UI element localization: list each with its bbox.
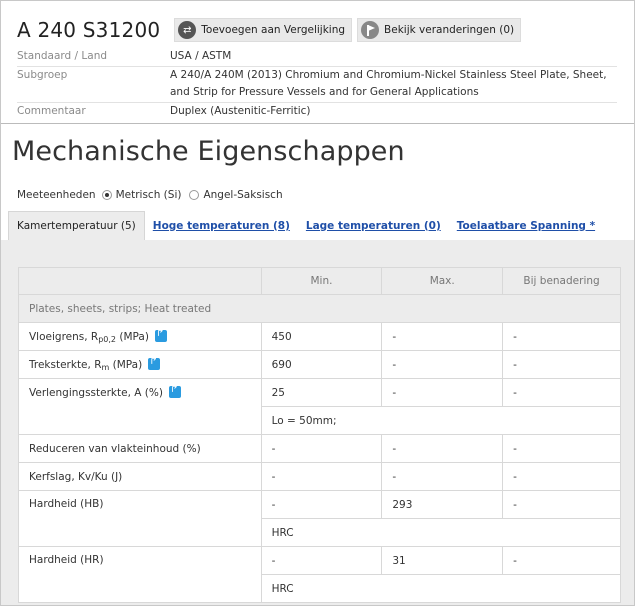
external-link-icon[interactable] bbox=[168, 384, 181, 398]
min-value: 25 bbox=[260, 378, 383, 407]
view-changes-button[interactable]: Bekijk veranderingen (0) bbox=[357, 18, 522, 42]
min-value: - bbox=[260, 490, 383, 519]
radio-metric[interactable] bbox=[101, 190, 112, 200]
table-row: Vloeigrens, Rp0,2 (MPa) 450 - - bbox=[18, 322, 621, 351]
note-value: HRC bbox=[260, 574, 622, 603]
external-link-icon[interactable] bbox=[154, 328, 167, 342]
tab-panel: Min. Max. Bij benadering Plates, sheets,… bbox=[1, 240, 634, 605]
property-name: Vloeigrens, Rp0,2 (MPa) bbox=[18, 322, 262, 351]
units-imperial-label: Angel-Saksisch bbox=[203, 189, 283, 201]
grade-title: A 240 S31200 bbox=[17, 18, 161, 42]
units-label: Meeteenheden bbox=[17, 189, 96, 201]
meta-row-standard: Standaard / Land USA / ASTM bbox=[17, 48, 617, 67]
property-name: Hardheid (HR) bbox=[18, 546, 262, 603]
note-value: HRC bbox=[260, 518, 622, 547]
tab-high-temperatures[interactable]: Hoge temperaturen (8) bbox=[145, 211, 298, 240]
view-changes-label: Bekijk veranderingen (0) bbox=[384, 24, 515, 36]
column-header bbox=[18, 267, 262, 295]
meta-label: Commentaar bbox=[17, 104, 86, 117]
group-label: Plates, sheets, strips; Heat treated bbox=[18, 294, 621, 323]
tab-allowable-stress[interactable]: Toelaatbare Spanning * bbox=[449, 211, 603, 240]
approx-value: - bbox=[502, 546, 621, 575]
units-metric-label: Metrisch (Si) bbox=[115, 189, 182, 201]
min-value: - bbox=[260, 546, 383, 575]
properties-table: Min. Max. Bij benadering Plates, sheets,… bbox=[18, 267, 622, 603]
radio-imperial[interactable] bbox=[189, 190, 200, 200]
property-tabs: Kamertemperatuur (5) Hoge temperaturen (… bbox=[8, 211, 603, 240]
max-value: - bbox=[381, 462, 504, 491]
add-to-compare-button[interactable]: ⇄ Toevoegen aan Vergelijking bbox=[174, 18, 353, 42]
table-row: Reduceren van vlakteinhoud (%) - - - bbox=[18, 434, 621, 463]
max-value: - bbox=[381, 378, 504, 407]
external-link-icon[interactable] bbox=[148, 356, 161, 370]
meta-label: Standaard / Land bbox=[17, 50, 108, 62]
flag-icon bbox=[361, 21, 380, 39]
max-value: - bbox=[381, 434, 504, 463]
column-header-max: Max. bbox=[381, 267, 504, 295]
table-row: Hardheid (HR) - 31 - bbox=[18, 546, 621, 603]
approx-value: - bbox=[502, 434, 621, 463]
meta-value: A 240/A 240M (2013) Chromium and Chromiu… bbox=[170, 68, 607, 99]
units-imperial-option[interactable]: Angel-Saksisch bbox=[189, 189, 283, 201]
property-name: Kerfslag, Kv/Ku (J) bbox=[18, 462, 262, 491]
min-value: 690 bbox=[260, 350, 383, 379]
meta-value: USA / ASTM bbox=[170, 50, 232, 62]
property-name: Hardheid (HB) bbox=[18, 490, 262, 547]
approx-value: - bbox=[502, 322, 621, 351]
table-row: Treksterkte, Rm (MPa) 690 - - bbox=[18, 350, 621, 379]
section-title: Mechanische Eigenschappen bbox=[12, 136, 405, 167]
meta-row-comment: Commentaar Duplex (Austenitic-Ferritic) bbox=[17, 103, 617, 121]
approx-value: - bbox=[502, 490, 621, 519]
units-selector: Meeteenheden Metrisch (Si) Angel-Saksisc… bbox=[17, 189, 291, 201]
property-name: Treksterkte, Rm (MPa) bbox=[18, 350, 262, 379]
meta-row-subgroup: Subgroep A 240/A 240M (2013) Chromium an… bbox=[17, 67, 617, 103]
property-name: Reduceren van vlakteinhoud (%) bbox=[18, 434, 262, 463]
property-name: Verlengingssterkte, A (%) bbox=[18, 378, 262, 435]
units-metric-option[interactable]: Metrisch (Si) bbox=[101, 189, 182, 201]
table-row: Verlengingssterkte, A (%) 25 - - bbox=[18, 378, 621, 435]
approx-value: - bbox=[502, 462, 621, 491]
max-value: - bbox=[381, 322, 504, 351]
column-header-min: Min. bbox=[260, 267, 383, 295]
column-header-approx: Bij benadering bbox=[502, 267, 621, 295]
meta-value: Duplex (Austenitic-Ferritic) bbox=[170, 104, 311, 117]
max-value: - bbox=[381, 350, 504, 379]
add-to-compare-label: Toevoegen aan Vergelijking bbox=[201, 24, 346, 36]
table-header-row: Min. Max. Bij benadering bbox=[18, 267, 621, 295]
table-row: Kerfslag, Kv/Ku (J) - - - bbox=[18, 462, 621, 491]
meta-label: Subgroep bbox=[17, 68, 68, 81]
approx-value: - bbox=[502, 350, 621, 379]
group-row: Plates, sheets, strips; Heat treated bbox=[18, 294, 621, 323]
approx-value: - bbox=[502, 378, 621, 407]
material-meta: Standaard / Land USA / ASTM Subgroep A 2… bbox=[17, 48, 617, 120]
note-value: Lo = 50mm; bbox=[260, 406, 622, 435]
min-value: 450 bbox=[260, 322, 383, 351]
min-value: - bbox=[260, 434, 383, 463]
table-row: Hardheid (HB) - 293 - bbox=[18, 490, 621, 547]
tab-low-temperatures[interactable]: Lage temperaturen (0) bbox=[298, 211, 449, 240]
max-value: 293 bbox=[381, 490, 504, 519]
swap-arrows-icon: ⇄ bbox=[178, 21, 197, 39]
max-value: 31 bbox=[381, 546, 504, 575]
tab-room-temperature[interactable]: Kamertemperatuur (5) bbox=[8, 211, 145, 240]
material-header: A 240 S31200 ⇄ Toevoegen aan Vergelijkin… bbox=[17, 16, 617, 120]
section-divider bbox=[1, 123, 634, 124]
min-value: - bbox=[260, 462, 383, 491]
